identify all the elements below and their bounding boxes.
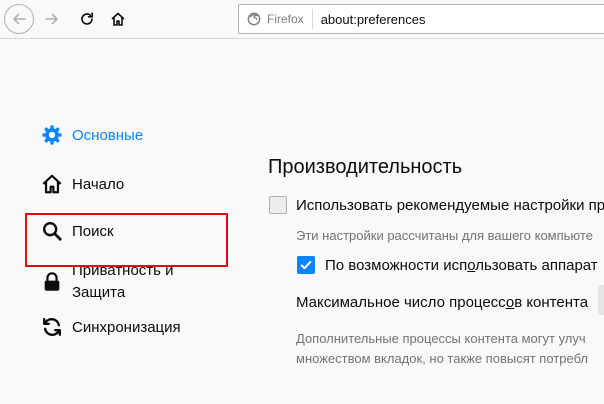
firefox-logo-icon [247,12,261,26]
content-process-description-line-2: множеством вкладок, но также повысят пот… [296,351,589,366]
home-icon [40,172,64,196]
gear-icon [40,123,64,147]
sync-icon [40,315,64,339]
recommended-settings-checkbox[interactable] [269,196,287,214]
label-part: Максимальное число процесс [296,294,506,311]
identity-label: Firefox [267,12,304,26]
forward-button[interactable] [38,5,66,33]
hardware-acceleration-checkbox[interactable] [297,256,315,274]
reload-button[interactable] [73,5,101,33]
category-label: Приватность и Защита [72,260,174,304]
content-process-limit-label: Максимальное число процессов контента [296,294,588,311]
label-part: Использовать рекомен [296,197,456,214]
accesskey-letter: д [455,197,465,214]
checkmark-icon [300,260,312,270]
category-sync[interactable]: Синхронизация [40,313,181,341]
categories-sidebar: Основные Начало Поиск Приватность и Защи… [0,39,240,404]
category-home[interactable]: Начало [40,170,124,198]
recommended-settings-label[interactable]: Использовать рекомендуемые настройки пр [296,197,604,214]
category-label-line-1: Приватность и [72,262,174,279]
category-general[interactable]: Основные [40,121,143,149]
navigation-toolbar: Firefox about:preferences [0,0,604,39]
home-button[interactable] [104,5,132,33]
lock-icon [40,270,64,294]
reload-icon [81,12,93,25]
label-part: в контента [514,294,589,311]
arrow-right-icon [45,13,58,25]
content-process-description-line-1: Дополнительные процессы контента могут у… [296,331,586,346]
home-icon [111,12,125,26]
content-process-limit-dropdown[interactable] [598,285,604,315]
preferences-pane: Производительность Использовать рекоменд… [240,39,604,404]
search-icon [40,219,64,243]
label-part: льзовать аппарат [475,257,598,274]
label-part: По возможности исп [325,257,468,274]
category-label: Начало [72,175,125,193]
url-bar[interactable]: Firefox about:preferences [238,4,604,34]
category-search[interactable]: Поиск [40,217,114,245]
label-part: уемые настройки пр [464,197,604,214]
category-label: Основные [72,126,144,144]
category-label: Поиск [72,222,114,240]
recommended-settings-description: Эти настройки рассчитаны для вашего комп… [296,228,593,243]
back-button[interactable] [4,4,34,34]
url-input[interactable]: about:preferences [321,12,426,27]
hardware-acceleration-label[interactable]: По возможности использовать аппарат [325,257,598,274]
accesskey-letter: о [505,294,515,311]
identity-box[interactable]: Firefox [239,9,313,29]
category-privacy[interactable]: Приватность и Защита [40,257,174,307]
category-label: Синхронизация [72,318,181,336]
section-title-performance: Производительность [268,156,463,178]
category-label-line-2: Защита [72,284,126,301]
arrow-left-icon [13,13,26,25]
